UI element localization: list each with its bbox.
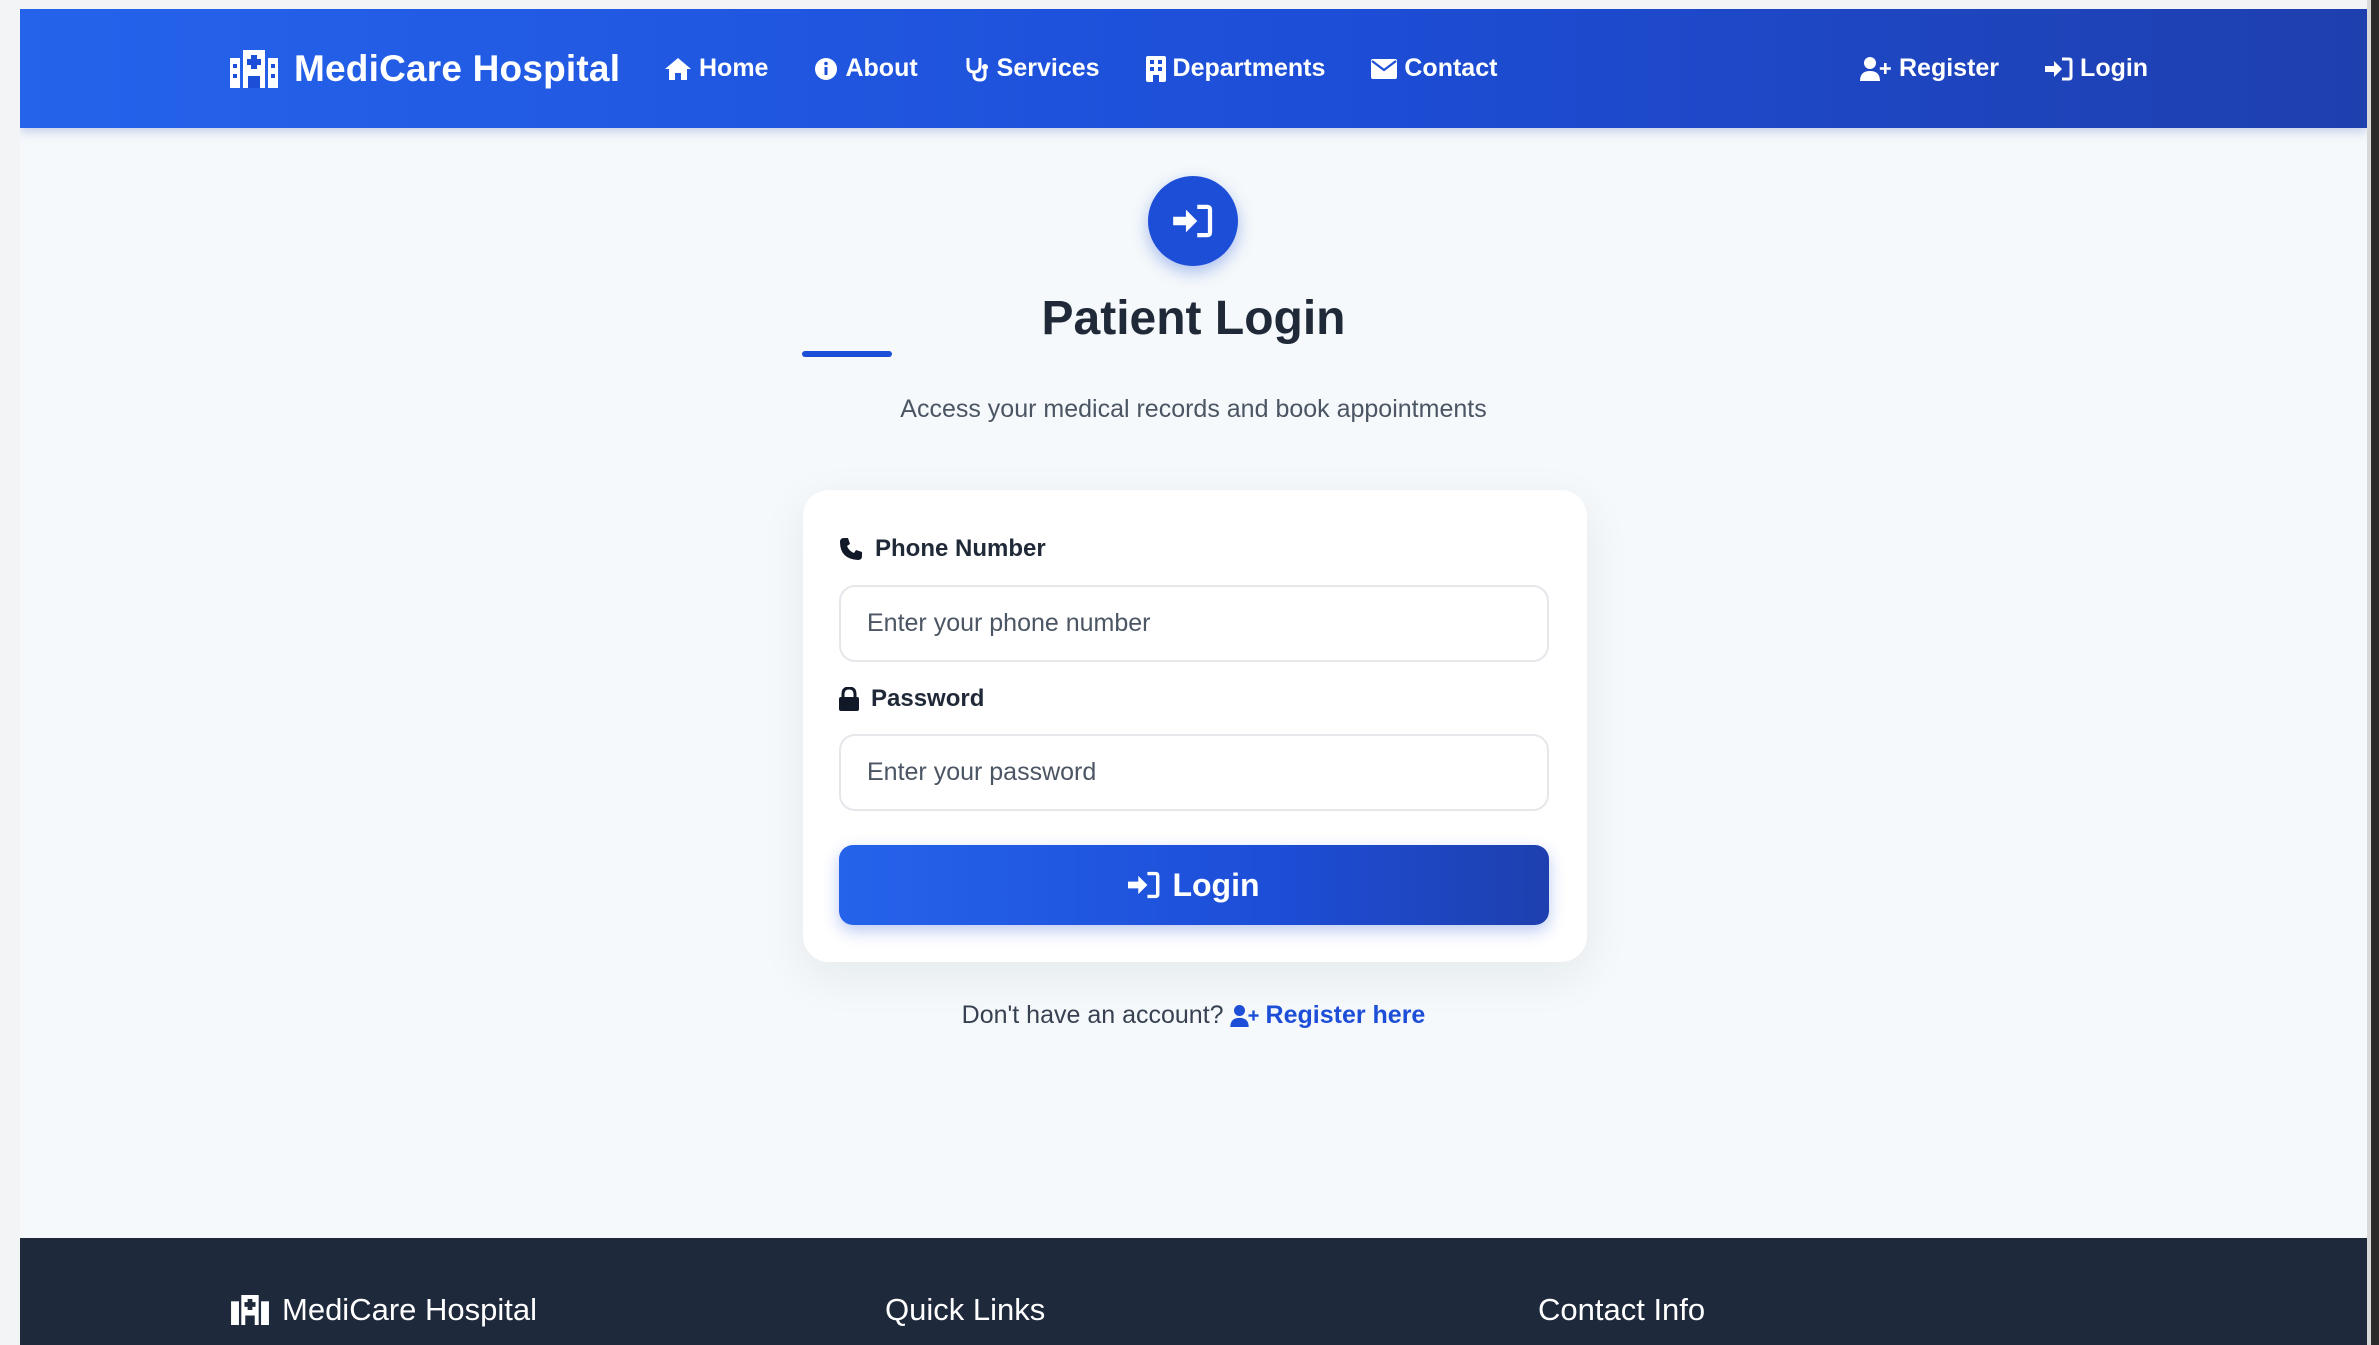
nav-link-home[interactable]: Home xyxy=(664,54,768,83)
brand-name: MediCare Hospital xyxy=(294,47,621,89)
phone-icon xyxy=(839,537,863,561)
login-button[interactable]: Login xyxy=(839,845,1549,925)
footer-quick-links-title: Quick Links xyxy=(885,1292,1046,1327)
navbar: MediCare Hospital Home About Services De… xyxy=(20,9,2367,128)
auth-links: Register Login xyxy=(1860,9,2194,128)
user-plus-icon xyxy=(1860,56,1892,81)
footer-contact-title: Contact Info xyxy=(1538,1292,1706,1327)
stethoscope-icon xyxy=(964,56,990,82)
nav-links: Home About Services Departments Contact xyxy=(664,9,1543,128)
sign-in-icon xyxy=(1173,204,1213,238)
password-label: Password xyxy=(839,685,984,713)
brand-logo[interactable]: MediCare Hospital xyxy=(230,9,620,128)
footer-brand: MediCare Hospital xyxy=(230,1292,537,1328)
nav-link-label: Home xyxy=(699,54,769,82)
title-underline xyxy=(802,351,892,357)
user-plus-icon xyxy=(1229,1004,1260,1027)
footer-quick-links-heading: Quick Links xyxy=(885,1292,1045,1328)
phone-label-text: Phone Number xyxy=(875,535,1046,562)
lock-icon xyxy=(839,687,859,711)
sign-in-icon xyxy=(1128,871,1160,899)
home-icon xyxy=(664,57,692,81)
footer-contact-heading: Contact Info xyxy=(1538,1292,1705,1328)
register-link-label: Register here xyxy=(1265,1001,1426,1029)
page-title: Patient Login xyxy=(1041,292,1346,345)
nav-link-label: Departments xyxy=(1172,54,1326,82)
hospital-icon xyxy=(230,1295,270,1325)
nav-link-contact[interactable]: Contact xyxy=(1371,54,1497,83)
nav-link-label: Services xyxy=(996,54,1100,82)
nav-register[interactable]: Register xyxy=(1860,54,1999,83)
login-form: Phone Number Password Login xyxy=(803,490,1587,962)
info-icon xyxy=(814,57,838,81)
envelope-icon xyxy=(1371,58,1398,79)
window-edge xyxy=(2367,0,2379,1345)
password-input[interactable] xyxy=(839,734,1549,811)
nav-link-about[interactable]: About xyxy=(814,54,918,83)
nav-link-label: About xyxy=(845,54,918,82)
page-subtitle: Access your medical records and book app… xyxy=(900,395,1487,423)
nav-login-label: Login xyxy=(2080,54,2149,82)
password-label-text: Password xyxy=(871,685,985,712)
nav-login[interactable]: Login xyxy=(2045,54,2148,83)
footer: MediCare Hospital Quick Links Contact In… xyxy=(20,1238,2367,1345)
login-hero-badge xyxy=(1148,176,1238,266)
nav-link-services[interactable]: Services xyxy=(964,54,1100,83)
nav-link-label: Contact xyxy=(1404,54,1498,82)
phone-input[interactable] xyxy=(839,585,1549,662)
register-prompt-text: Don't have an account? xyxy=(961,1001,1224,1029)
hospital-icon xyxy=(230,49,278,88)
nav-register-label: Register xyxy=(1899,54,2000,82)
browser-viewport: MediCare Hospital Home About Services De… xyxy=(20,9,2367,1345)
nav-link-departments[interactable]: Departments xyxy=(1145,54,1326,83)
building-icon xyxy=(1145,55,1166,82)
register-link[interactable]: Register here xyxy=(1229,1001,1426,1030)
phone-label: Phone Number xyxy=(839,535,1046,563)
register-prompt: Don't have an account? Register here xyxy=(20,1001,2367,1030)
login-button-label: Login xyxy=(1172,866,1260,903)
footer-brand-name: MediCare Hospital xyxy=(282,1292,537,1327)
sign-in-icon xyxy=(2045,57,2073,81)
